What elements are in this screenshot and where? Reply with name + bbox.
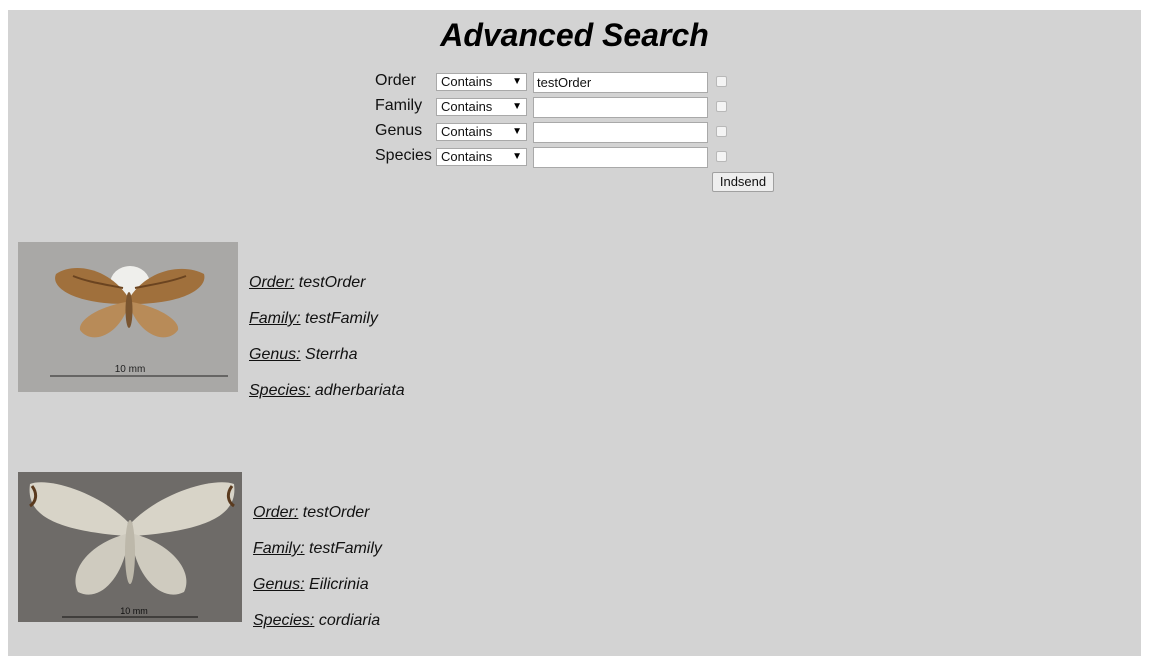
field-value: testOrder (302, 504, 370, 521)
family-operator-value: Contains (441, 99, 493, 114)
field-value: testFamily (309, 540, 382, 557)
dropdown-arrow-icon: ▼ (512, 101, 522, 112)
dropdown-arrow-icon: ▼ (512, 76, 522, 87)
field-value: Eilicrinia (309, 576, 369, 593)
family-input[interactable] (533, 97, 708, 118)
genus-operator-select[interactable]: Contains ▼ (436, 123, 527, 141)
scale-label: 10 mm (120, 606, 148, 616)
field-value: Sterrha (305, 346, 358, 363)
dropdown-arrow-icon: ▼ (512, 151, 522, 162)
species-label: Species (375, 147, 432, 164)
species-field: Species: cordiaria (253, 612, 380, 630)
genus-label: Genus (375, 122, 423, 139)
genus-field: Genus: Eilicrinia (253, 576, 369, 594)
field-value: adherbariata (314, 382, 405, 399)
field-value: testFamily (305, 310, 378, 327)
submit-button[interactable]: Indsend (712, 172, 774, 192)
order-label: Order (375, 72, 416, 89)
field-key: Genus: (253, 576, 305, 593)
moth-specimen-image[interactable]: 10 mm (18, 472, 242, 622)
family-checkbox[interactable] (716, 101, 727, 112)
order-checkbox[interactable] (716, 76, 727, 87)
scale-label: 10 mm (115, 364, 146, 375)
field-value: cordiaria (318, 612, 381, 629)
order-operator-value: Contains (441, 74, 493, 89)
genus-checkbox[interactable] (716, 126, 727, 137)
species-field: Species: adherbariata (249, 382, 405, 400)
field-key: Family: (249, 310, 301, 327)
moth-specimen-image[interactable]: 10 mm (18, 242, 238, 392)
genus-input[interactable] (533, 122, 708, 143)
family-operator-select[interactable]: Contains ▼ (436, 98, 527, 116)
species-input[interactable] (533, 147, 708, 168)
species-operator-select[interactable]: Contains ▼ (436, 148, 527, 166)
order-operator-select[interactable]: Contains ▼ (436, 73, 527, 91)
field-key: Family: (253, 540, 305, 557)
field-value: testOrder (298, 274, 366, 291)
field-key: Order: (249, 274, 295, 291)
genus-operator-value: Contains (441, 124, 493, 139)
field-key: Species: (253, 612, 315, 629)
content-panel: Advanced Search Order Contains ▼ testOrd… (8, 10, 1141, 656)
species-checkbox[interactable] (716, 151, 727, 162)
field-key: Order: (253, 504, 299, 521)
dropdown-arrow-icon: ▼ (512, 126, 522, 137)
order-field: Order: testOrder (249, 274, 365, 292)
family-field: Family: testFamily (253, 540, 382, 558)
order-input[interactable]: testOrder (533, 72, 708, 93)
order-field: Order: testOrder (253, 504, 369, 522)
family-field: Family: testFamily (249, 310, 378, 328)
family-label: Family (375, 97, 423, 114)
page-title: Advanced Search (440, 17, 709, 53)
species-operator-value: Contains (441, 149, 493, 164)
genus-field: Genus: Sterrha (249, 346, 358, 364)
field-key: Species: (249, 382, 311, 399)
field-key: Genus: (249, 346, 301, 363)
